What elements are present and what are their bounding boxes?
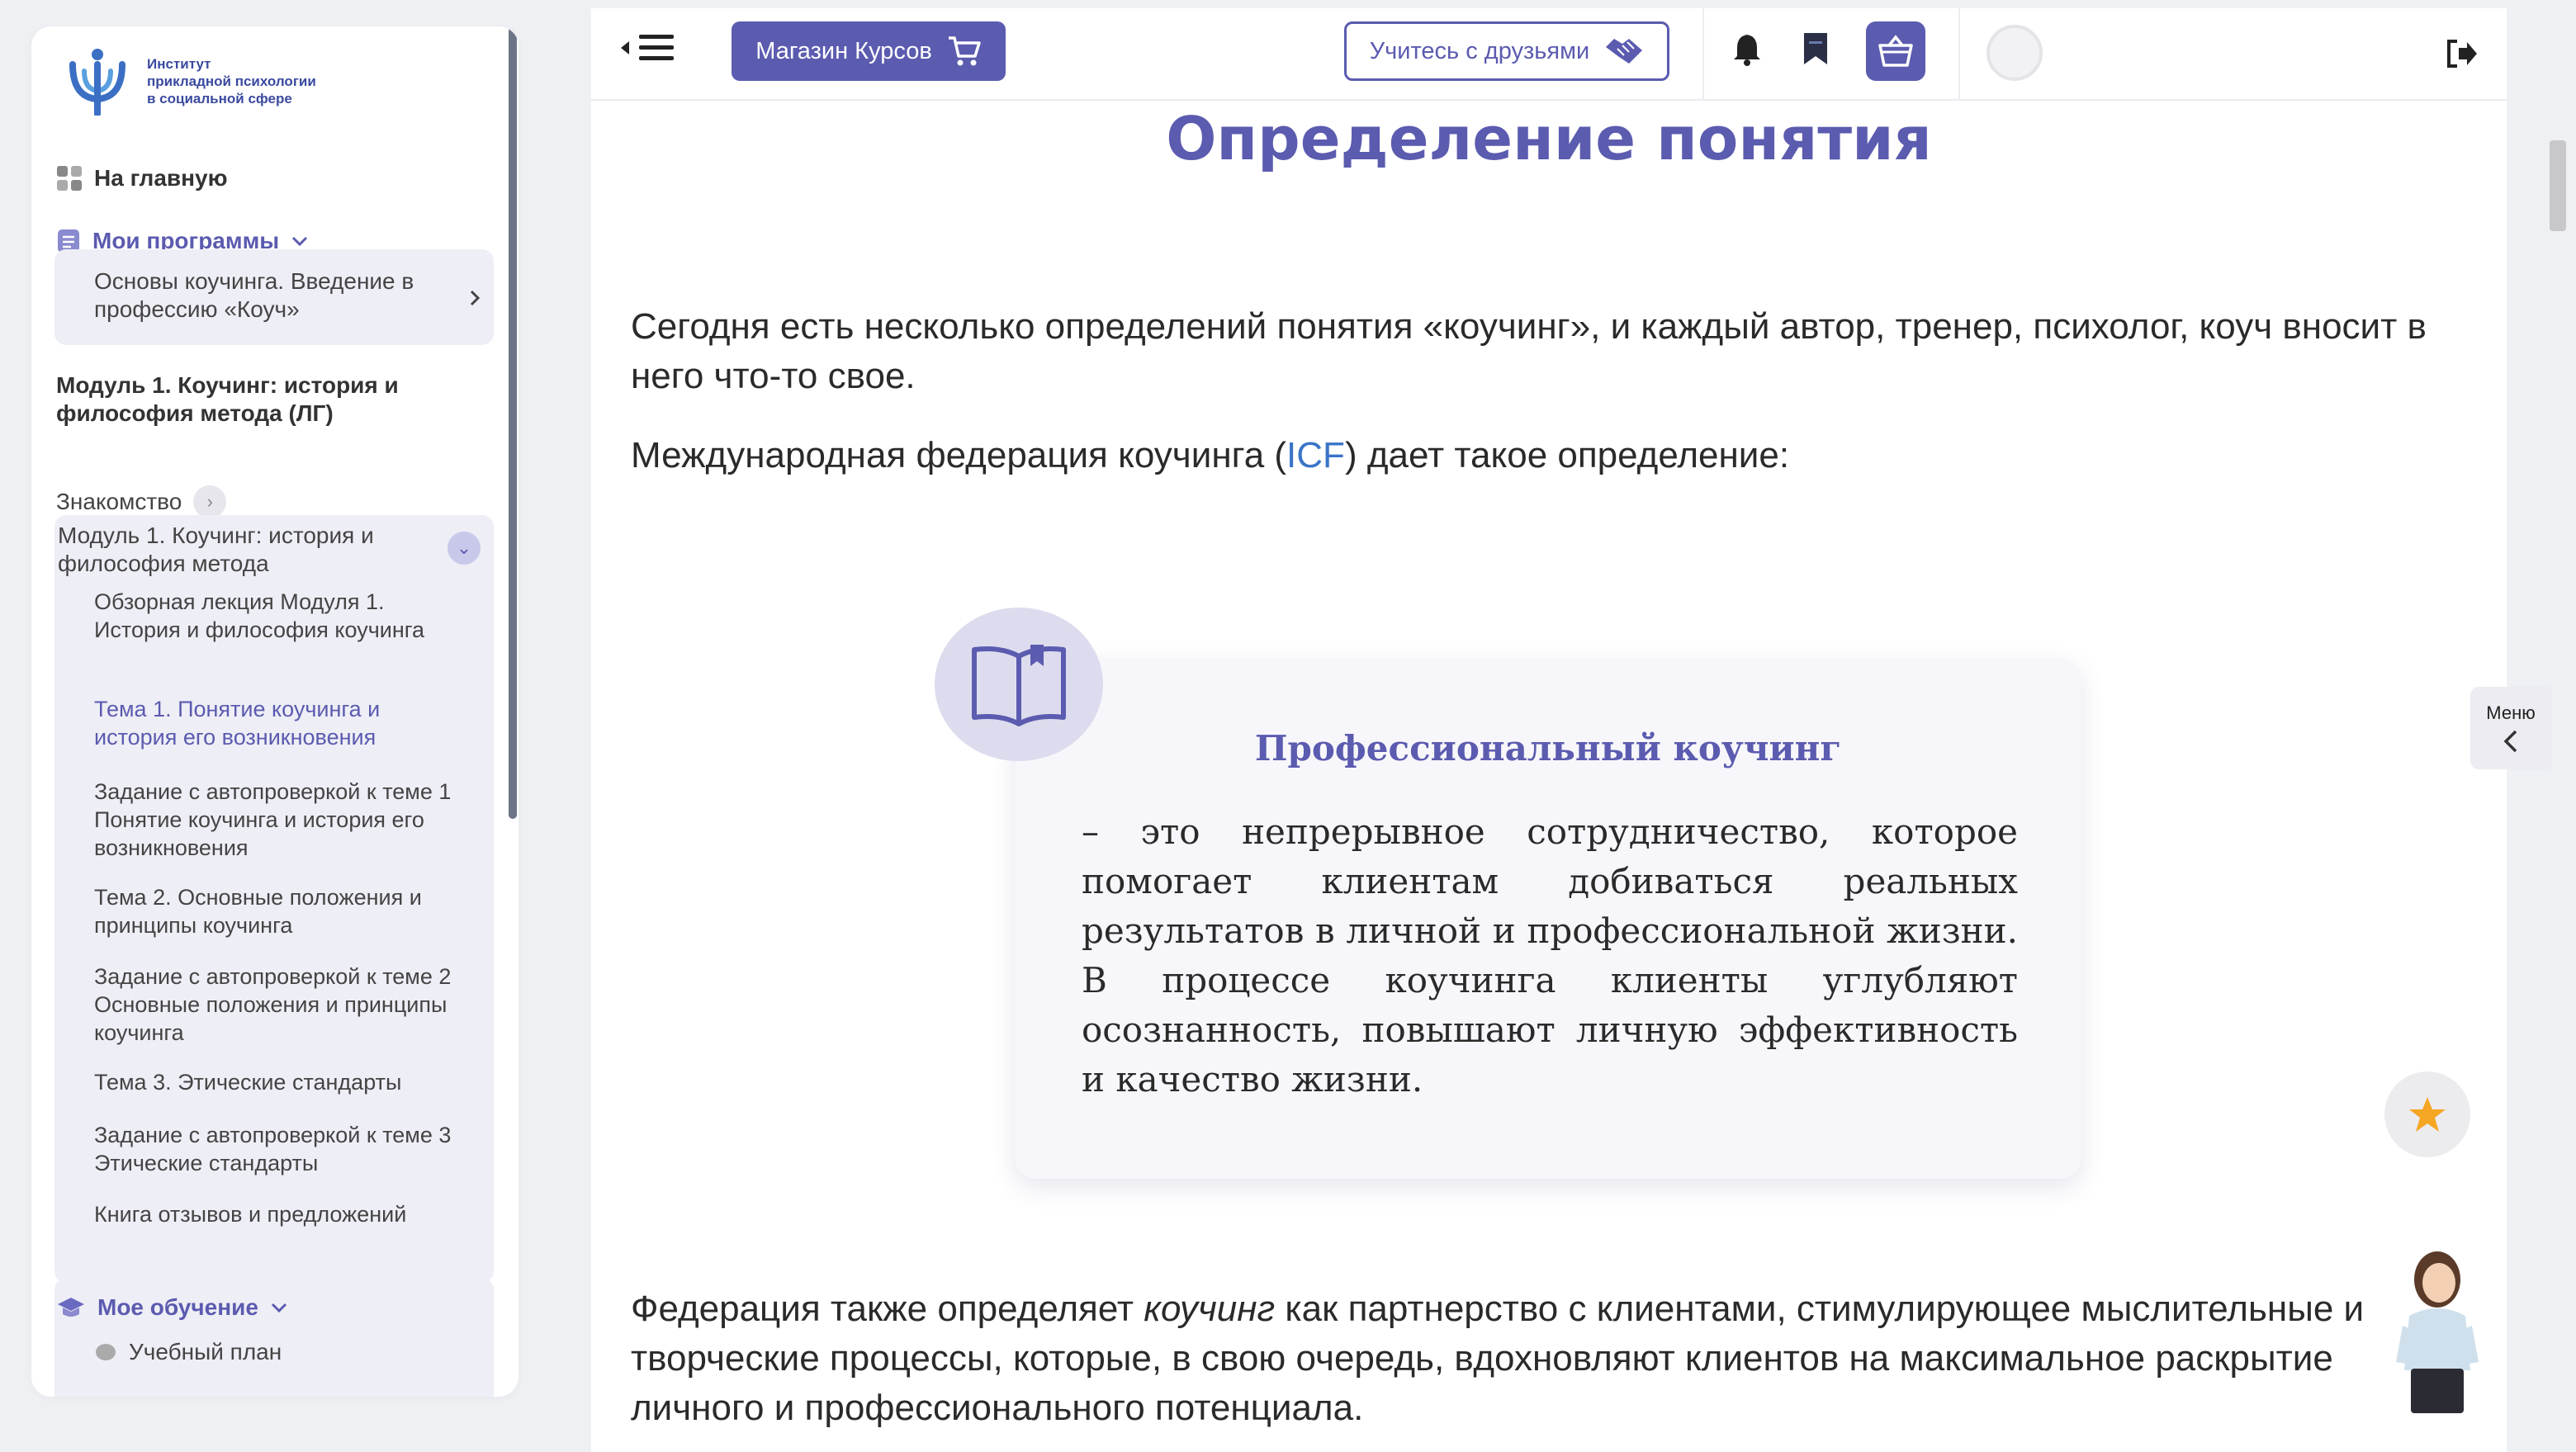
module-group-label[interactable]: Модуль 1. Коучинг: история и философия м… <box>58 522 405 578</box>
dashboard-icon <box>57 166 82 191</box>
my-learning-toggle[interactable]: Мое обучение <box>56 1294 288 1321</box>
star-icon <box>2409 1097 2446 1132</box>
study-plan-label: Учебный план <box>129 1339 282 1365</box>
course-shop-label: Магазин Курсов <box>755 37 932 64</box>
header-divider <box>1702 8 1704 101</box>
open-book-icon <box>972 645 1066 726</box>
study-plan-link[interactable]: Учебный план <box>94 1339 282 1365</box>
chevron-left-icon <box>2503 730 2517 753</box>
assistant-character[interactable] <box>2391 1246 2484 1417</box>
sidebar: Институт прикладной психологии в социаль… <box>31 26 519 1397</box>
user-name-redacted <box>2077 48 2325 59</box>
bell-icon[interactable] <box>1732 33 1762 66</box>
top-header: Магазин Курсов Учитесь с друзьями <box>591 8 2507 101</box>
definition-card: Профессиональный коучинг – это непрерывн… <box>1016 659 2081 1179</box>
lesson-item-active[interactable]: Тема 1. Понятие коучинга и история его в… <box>94 695 457 751</box>
definition-title: Профессиональный коучинг <box>1254 728 1842 769</box>
logo-icon <box>69 49 125 116</box>
lesson-item[interactable]: Обзорная лекция Модуля 1. История и фило… <box>94 588 457 644</box>
bookmark-chat-icon[interactable] <box>1802 31 1830 66</box>
plan-icon <box>96 1344 116 1360</box>
home-label: На главную <box>94 165 228 191</box>
course-shop-button[interactable]: Магазин Курсов <box>732 21 1006 81</box>
lesson-item[interactable]: Тема 2. Основные положения и принципы ко… <box>94 883 457 939</box>
page-title: Определение понятия <box>1166 104 1932 173</box>
chevron-down-icon <box>271 1303 286 1313</box>
federation-text-before: Федерация также определяет <box>631 1289 1144 1329</box>
lesson-item[interactable]: Тема 3. Этические стандарты <box>94 1068 457 1096</box>
header-divider <box>1958 8 1960 101</box>
lesson-item[interactable]: Книга отзывов и предложений <box>94 1200 457 1228</box>
icf-text-after: ) дает такое определение: <box>1344 435 1790 475</box>
sidebar-scrollbar[interactable] <box>507 26 517 1397</box>
intro-paragraph: Сегодня есть несколько определений понят… <box>631 306 2427 396</box>
icf-link[interactable]: ICF <box>1286 435 1345 475</box>
definition-text: – это непрерывное сотрудничество, которо… <box>1082 811 2018 1100</box>
learn-with-friends-label: Учитесь с друзьями <box>1369 37 1590 64</box>
intro-item[interactable]: Знакомство › <box>56 485 227 518</box>
lesson-item[interactable]: Задание с автопроверкой к теме 3 Этическ… <box>94 1121 457 1177</box>
program-card[interactable]: Основы коучинга. Введение в профессию «К… <box>54 249 494 345</box>
institute-logo[interactable]: Институт прикладной психологии в социаль… <box>59 46 316 116</box>
intro-label: Знакомство <box>56 489 182 514</box>
side-menu-tab[interactable]: Меню <box>2470 687 2551 769</box>
favorite-button[interactable] <box>2384 1071 2470 1157</box>
icf-paragraph: Международная федерация коучинга (ICF) д… <box>631 431 2497 480</box>
side-menu-label: Меню <box>2486 702 2536 723</box>
federation-paragraph: Федерация также определяет коучинг как п… <box>631 1284 2447 1433</box>
basket-button[interactable] <box>1866 21 1925 81</box>
hamburger-icon <box>639 35 674 60</box>
chevron-right-icon <box>470 290 481 306</box>
home-link[interactable]: На главную <box>56 165 228 192</box>
shopping-basket-icon <box>1878 35 1913 67</box>
graduation-cap-icon <box>58 1298 84 1317</box>
program-title: Основы коучинга. Введение в профессию «К… <box>94 268 414 322</box>
lesson-item[interactable]: Задание с автопроверкой к теме 2 Основны… <box>94 962 457 1047</box>
handshake-icon <box>1606 39 1643 64</box>
logout-icon[interactable] <box>2446 40 2479 68</box>
my-learning-label: Мое обучение <box>97 1294 258 1320</box>
page-scrollbar-thumb[interactable] <box>2550 140 2566 231</box>
icf-text-before: Международная федерация коучинга ( <box>631 435 1287 475</box>
logo-text: Институт прикладной психологии в социаль… <box>147 55 316 106</box>
chevron-down-icon <box>292 236 308 247</box>
menu-toggle[interactable] <box>619 33 674 63</box>
chevron-down-icon[interactable]: ⌄ <box>447 532 481 565</box>
coaching-emphasis: коучинг <box>1144 1289 1276 1329</box>
main-content: Определение понятия Сегодня есть несколь… <box>591 101 2507 1452</box>
user-avatar[interactable] <box>1986 25 2043 81</box>
module-heading: Модуль 1. Коучинг: история и философия м… <box>56 372 399 426</box>
caret-left-icon <box>621 41 629 54</box>
learn-with-friends-button[interactable]: Учитесь с друзьями <box>1344 21 1669 81</box>
lesson-item[interactable]: Задание с автопроверкой к теме 1 Понятие… <box>94 778 457 862</box>
shopping-cart-icon <box>948 36 981 66</box>
chevron-right-icon[interactable]: › <box>193 485 227 518</box>
book-badge <box>935 608 1103 761</box>
sidebar-scrollbar-thumb[interactable] <box>509 26 517 819</box>
